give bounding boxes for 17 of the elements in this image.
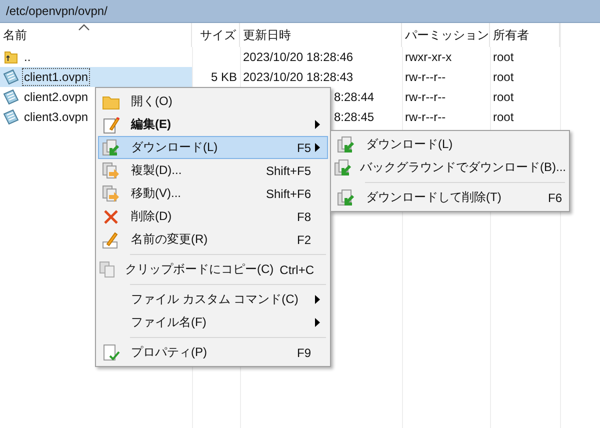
owner-text: root: [493, 110, 514, 124]
file-name: client3.ovpn: [23, 109, 90, 126]
owner-text: root: [493, 50, 514, 64]
permissions-text: rwxr-xr-x: [405, 50, 452, 64]
file-size: 5 KB: [210, 70, 237, 84]
permissions-text: rw-r--r--: [405, 70, 446, 84]
modified-date: 8:28:44: [334, 90, 374, 104]
modified-date: 8:28:45: [334, 110, 374, 124]
file-name: client2.ovpn: [23, 89, 90, 106]
permissions-text: rw-r--r--: [405, 110, 446, 124]
owner-text: root: [493, 90, 514, 104]
file-name: ..: [23, 49, 32, 66]
permissions-text: rw-r--r--: [405, 90, 446, 104]
file-name: client1.ovpn: [22, 68, 90, 86]
modified-date: 2023/10/20 18:28:43: [243, 70, 354, 84]
modified-date: 2023/10/20 18:28:46: [243, 50, 354, 64]
owner-text: root: [493, 70, 514, 84]
